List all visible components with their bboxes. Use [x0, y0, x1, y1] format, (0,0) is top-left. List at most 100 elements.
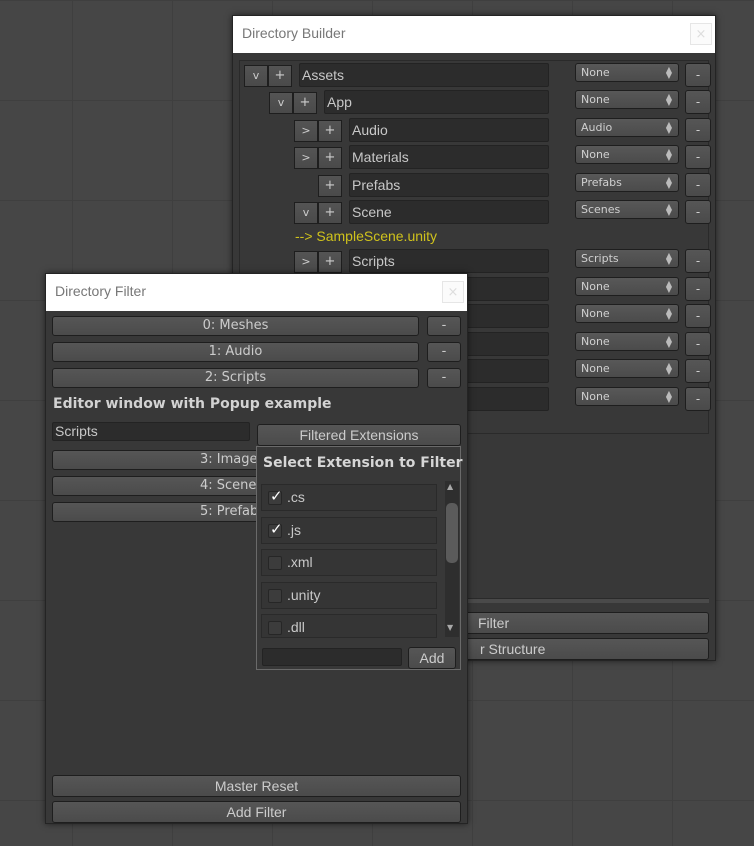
popup-title: Select Extension to Filter	[263, 455, 463, 471]
dropdown-value: Audio	[581, 121, 613, 134]
remove-folder-button[interactable]: -	[685, 90, 711, 114]
folder-name-field[interactable]: Prefabs	[349, 173, 549, 197]
dropdown-value: Scenes	[581, 203, 621, 216]
extension-checkbox[interactable]	[268, 621, 282, 635]
remove-folder-button[interactable]: -	[685, 63, 711, 87]
remove-filter-button[interactable]: -	[427, 342, 461, 362]
expand-toggle[interactable]: >	[294, 147, 318, 169]
add-filter-button[interactable]: Add Filter	[52, 801, 461, 823]
remove-folder-button[interactable]: -	[685, 249, 711, 273]
extension-checkbox[interactable]	[268, 589, 282, 603]
folder-type-dropdown[interactable]: Scenes ▲ ▼	[575, 200, 679, 219]
remove-folder-button[interactable]: -	[685, 359, 711, 383]
add-child-button[interactable]: +	[293, 92, 317, 114]
directory-builder-titlebar[interactable]: Directory Builder ×	[233, 16, 715, 53]
add-child-button[interactable]: +	[318, 120, 342, 142]
close-icon[interactable]: ×	[690, 23, 712, 45]
folder-type-dropdown[interactable]: None ▲ ▼	[575, 332, 679, 351]
extension-checkbox[interactable]: ✓	[268, 487, 283, 505]
dropdown-value: None	[581, 362, 610, 375]
dropdown-value: None	[581, 66, 610, 79]
expand-toggle[interactable]: >	[294, 251, 318, 273]
extension-item[interactable]: ✓ .cs	[261, 484, 437, 511]
extension-checkbox[interactable]	[268, 556, 282, 570]
dropdown-value: None	[581, 148, 610, 161]
remove-folder-button[interactable]: -	[685, 387, 711, 411]
chevron-down-icon: ▼	[665, 181, 672, 190]
extension-label: .unity	[287, 587, 321, 603]
filtered-extensions-button[interactable]: Filtered Extensions	[257, 424, 461, 446]
vertical-scrollbar[interactable]: ▲ ▼	[445, 481, 459, 637]
master-reset-button[interactable]: Master Reset	[52, 775, 461, 797]
filter-name-field[interactable]: Scripts	[52, 422, 250, 441]
folder-type-dropdown[interactable]: None ▲ ▼	[575, 359, 679, 378]
remove-filter-button[interactable]: -	[427, 368, 461, 388]
extension-label: .js	[287, 522, 301, 538]
folder-type-dropdown[interactable]: None ▲ ▼	[575, 387, 679, 406]
chevron-down-icon: ▼	[665, 312, 672, 321]
chevron-down-icon: ▼	[665, 208, 672, 217]
window-title: Directory Filter	[55, 283, 147, 299]
directory-filter-titlebar[interactable]: Directory Filter ×	[46, 274, 467, 311]
extension-item[interactable]: .xml	[261, 549, 437, 576]
filter-button-label: Filter	[478, 615, 510, 631]
folder-name-field[interactable]: Audio	[349, 118, 549, 142]
chevron-down-icon: ▼	[665, 71, 672, 80]
filter-entry-label: 3: Image	[200, 452, 258, 467]
checkmark-icon: ✓	[270, 487, 283, 505]
add-child-button[interactable]: +	[318, 202, 342, 224]
dropdown-value: None	[581, 280, 610, 293]
remove-folder-button[interactable]: -	[685, 304, 711, 328]
folder-type-dropdown[interactable]: Audio ▲ ▼	[575, 118, 679, 137]
scroll-down-icon[interactable]: ▼	[447, 623, 453, 632]
expand-toggle[interactable]: v	[294, 202, 318, 224]
filter-entry-button[interactable]: 0: Meshes	[52, 316, 419, 336]
extension-item[interactable]: .dll	[261, 614, 437, 638]
expand-toggle[interactable]: v	[269, 92, 293, 114]
checkmark-icon: ✓	[270, 520, 283, 538]
remove-folder-button[interactable]: -	[685, 145, 711, 169]
remove-folder-button[interactable]: -	[685, 277, 711, 301]
extension-list: ✓ .cs ✓ .js .xml .unity .dll ▲ ▼	[257, 481, 462, 641]
folder-name-field[interactable]: Scripts	[349, 249, 549, 273]
extension-label: .dll	[287, 619, 305, 635]
folder-type-dropdown[interactable]: None ▲ ▼	[575, 63, 679, 82]
add-child-button[interactable]: +	[318, 147, 342, 169]
dropdown-value: None	[581, 335, 610, 348]
scrollbar-thumb[interactable]	[446, 503, 458, 563]
folder-type-dropdown[interactable]: None ▲ ▼	[575, 145, 679, 164]
extension-item[interactable]: .unity	[261, 582, 437, 609]
extension-label: .cs	[287, 489, 305, 505]
add-child-button[interactable]: +	[318, 251, 342, 273]
folder-type-dropdown[interactable]: None ▲ ▼	[575, 90, 679, 109]
dropdown-value: None	[581, 93, 610, 106]
structure-button-label: r Structure	[480, 641, 546, 657]
folder-type-dropdown[interactable]: None ▲ ▼	[575, 277, 679, 296]
folder-type-dropdown[interactable]: None ▲ ▼	[575, 304, 679, 323]
remove-folder-button[interactable]: -	[685, 332, 711, 356]
scroll-up-icon[interactable]: ▲	[447, 482, 453, 491]
folder-name-field[interactable]: Assets	[299, 63, 549, 87]
folder-type-dropdown[interactable]: Prefabs ▲ ▼	[575, 173, 679, 192]
remove-folder-button[interactable]: -	[685, 118, 711, 142]
new-extension-input[interactable]	[262, 648, 402, 666]
add-child-button[interactable]: +	[268, 65, 292, 87]
remove-folder-button[interactable]: -	[685, 200, 711, 224]
folder-name-field[interactable]: Materials	[349, 145, 549, 169]
expand-toggle[interactable]: >	[294, 120, 318, 142]
filter-entry-button[interactable]: 2: Scripts	[52, 368, 419, 388]
remove-folder-button[interactable]: -	[685, 173, 711, 197]
folder-name-field[interactable]: App	[324, 90, 549, 114]
extension-item[interactable]: ✓ .js	[261, 517, 437, 544]
filter-entry-label: 5: Prefab	[200, 504, 259, 519]
extension-checkbox[interactable]: ✓	[268, 520, 283, 538]
expand-toggle[interactable]: v	[244, 65, 268, 87]
close-icon[interactable]: ×	[442, 281, 464, 303]
folder-type-dropdown[interactable]: Scripts ▲ ▼	[575, 249, 679, 268]
folder-name-field[interactable]: Scene	[349, 200, 549, 224]
remove-filter-button[interactable]: -	[427, 316, 461, 336]
dropdown-value: None	[581, 307, 610, 320]
filter-entry-button[interactable]: 1: Audio	[52, 342, 419, 362]
add-child-button[interactable]: +	[318, 175, 342, 197]
add-extension-button[interactable]: Add	[408, 647, 456, 669]
